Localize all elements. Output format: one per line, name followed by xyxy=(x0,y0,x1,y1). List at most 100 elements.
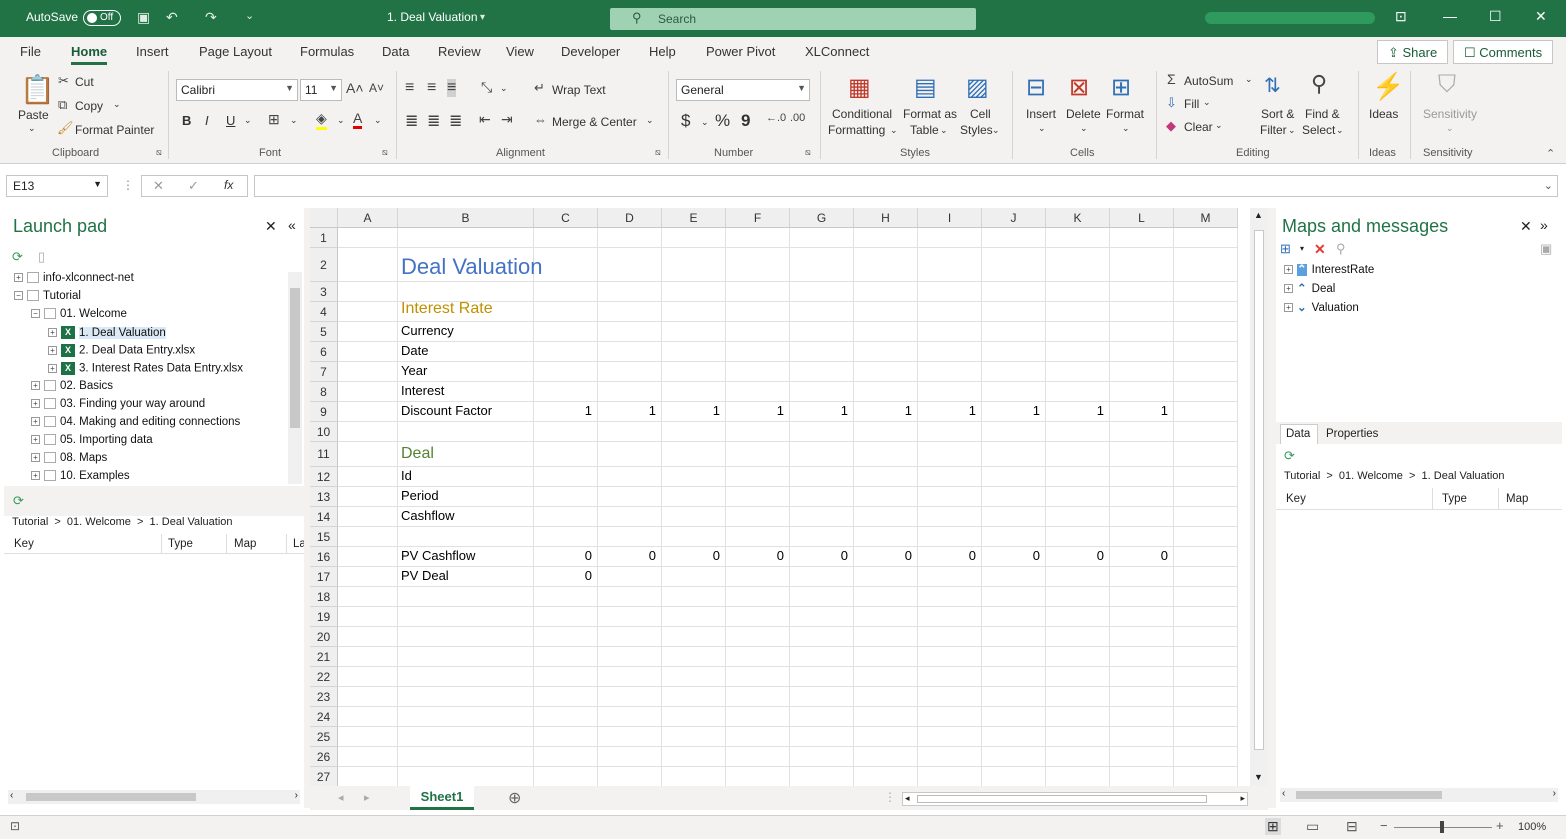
font-color-dropdown-icon[interactable]: ⌄ xyxy=(374,115,382,126)
row-header[interactable]: 17 xyxy=(310,567,338,587)
cell-value[interactable]: 0 xyxy=(662,548,720,563)
column-header[interactable]: C xyxy=(534,208,598,228)
find-select-line2[interactable]: Select xyxy=(1302,123,1335,137)
expand-icon[interactable]: + xyxy=(48,328,57,337)
ideas-icon[interactable]: ⚡ xyxy=(1372,71,1404,102)
currency-button[interactable]: $ xyxy=(681,111,690,131)
tab-power-pivot[interactable]: Power Pivot xyxy=(706,44,775,59)
sort-filter-dropdown-icon[interactable]: ⌄ xyxy=(1288,125,1296,136)
customize-toolbar-icon[interactable]: ⌄ xyxy=(245,9,254,22)
cell-value[interactable]: 0 xyxy=(790,548,848,563)
cell-value[interactable]: 1 xyxy=(790,403,848,418)
tree-item[interactable]: +10. Examples xyxy=(31,470,130,482)
tab-formulas[interactable]: Formulas xyxy=(300,44,354,59)
cell-value[interactable]: 1 xyxy=(1046,403,1104,418)
merge-center-button[interactable]: Merge & Center xyxy=(552,115,637,129)
normal-view-icon[interactable]: ⊞ xyxy=(1265,818,1281,835)
row-header[interactable]: 7 xyxy=(310,362,338,382)
cell-value[interactable]: Cashflow xyxy=(401,508,454,523)
expand-icon[interactable]: + xyxy=(1284,284,1293,294)
tree-item[interactable]: − 01. Welcome xyxy=(31,308,127,320)
row-header[interactable]: 11 xyxy=(310,442,338,467)
tree-item[interactable]: +05. Importing data xyxy=(31,434,153,446)
copy-icon[interactable]: ⧉ xyxy=(58,97,67,113)
conditional-formatting-line1[interactable]: Conditional xyxy=(832,107,892,121)
delete-cells-icon[interactable]: ⊠ xyxy=(1069,73,1089,102)
borders-icon[interactable]: ⊞ xyxy=(268,111,280,128)
vertical-scrollbar[interactable]: ▲ ▼ xyxy=(1250,208,1268,786)
percent-button[interactable]: % xyxy=(715,111,730,131)
row-header[interactable]: 12 xyxy=(310,467,338,487)
clipboard-launcher-icon[interactable]: ⧅ xyxy=(156,147,162,158)
autosum-button[interactable]: AutoSum xyxy=(1184,74,1233,88)
cell-value[interactable]: 1 xyxy=(662,403,720,418)
expand-icon[interactable]: + xyxy=(31,417,40,427)
align-bottom-icon[interactable]: ≡ xyxy=(447,79,457,97)
column-header[interactable]: H xyxy=(854,208,918,228)
tab-insert[interactable]: Insert xyxy=(136,44,169,59)
cell-value[interactable]: 1 xyxy=(1110,403,1168,418)
paste-dropdown-icon[interactable]: ⌄ xyxy=(28,123,36,134)
cell-value[interactable]: Interest xyxy=(401,383,444,398)
wrap-text-button[interactable]: Wrap Text xyxy=(552,83,606,97)
page-break-view-icon[interactable]: ⊟ xyxy=(1346,818,1358,835)
search-box[interactable]: ⚲ Search xyxy=(610,8,976,30)
align-right-icon[interactable]: ≣ xyxy=(449,111,462,131)
row-header[interactable]: 23 xyxy=(310,687,338,707)
cell-value[interactable]: Discount Factor xyxy=(401,403,492,418)
cell-value[interactable]: 0 xyxy=(598,548,656,563)
tab-xlconnect[interactable]: XLConnect xyxy=(805,44,869,59)
format-as-table-dropdown-icon[interactable]: ⌄ xyxy=(940,125,948,136)
maps-panel-close-icon[interactable]: ✕ xyxy=(1520,218,1532,235)
next-sheet-icon[interactable]: ▸ xyxy=(364,791,370,804)
cell-value[interactable]: 1 xyxy=(598,403,656,418)
cell-value[interactable]: 1 xyxy=(854,403,912,418)
clear-dropdown-icon[interactable]: ⌄ xyxy=(1215,120,1223,131)
tab-data-panel[interactable]: Data xyxy=(1280,424,1318,444)
cell-value[interactable]: 0 xyxy=(534,568,592,583)
increase-font-icon[interactable]: A˄ xyxy=(346,80,364,96)
format-painter-button[interactable]: Format Painter xyxy=(75,123,154,137)
zoom-in-icon[interactable]: + xyxy=(1496,818,1504,833)
tree-item[interactable]: − Tutorial xyxy=(14,290,81,302)
expand-icon[interactable]: + xyxy=(48,346,57,355)
close-icon[interactable]: ✕ xyxy=(1535,8,1547,25)
lp-horizontal-scrollbar[interactable]: ‹ › xyxy=(8,790,300,804)
fill-color-dropdown-icon[interactable]: ⌄ xyxy=(337,115,345,126)
refresh-details-icon[interactable]: ⟳ xyxy=(13,493,24,509)
expand-icon[interactable]: − xyxy=(31,309,40,319)
insert-cells-icon[interactable]: ⊟ xyxy=(1026,73,1046,102)
lp-col-key[interactable]: Key xyxy=(14,538,34,550)
tree-item[interactable]: +08. Maps xyxy=(31,452,107,464)
merge-dropdown-icon[interactable]: ⌄ xyxy=(646,115,654,126)
underline-button[interactable]: U xyxy=(226,113,235,128)
tab-view[interactable]: View xyxy=(506,44,534,59)
ideas-button[interactable]: Ideas xyxy=(1369,107,1398,121)
horizontal-scrollbar[interactable]: ◂ ▸ xyxy=(902,792,1248,806)
cancel-entry-icon[interactable]: ✕ xyxy=(153,178,164,194)
maps-panel-collapse-icon[interactable]: » xyxy=(1540,217,1548,233)
expand-icon[interactable]: + xyxy=(31,453,40,463)
tab-file[interactable]: File xyxy=(20,44,41,59)
expand-icon[interactable]: + xyxy=(31,435,40,445)
refresh-icon[interactable]: ⟳ xyxy=(12,249,23,265)
zoom-level[interactable]: 100% xyxy=(1518,821,1546,833)
expand-icon[interactable]: + xyxy=(31,399,40,409)
merge-icon[interactable]: ⇔ xyxy=(534,112,547,127)
row-header[interactable]: 6 xyxy=(310,342,338,362)
sort-filter-icon[interactable]: ⇅ xyxy=(1264,73,1281,98)
format-painter-icon[interactable]: 🖌 xyxy=(57,120,74,136)
row-header[interactable]: 22 xyxy=(310,667,338,687)
tab-page-layout[interactable]: Page Layout xyxy=(199,44,272,59)
undo-icon[interactable]: ↶ xyxy=(166,9,178,26)
tree-item[interactable]: + X 2. Deal Data Entry.xlsx xyxy=(48,344,195,357)
cell-value[interactable]: 0 xyxy=(982,548,1040,563)
row-header[interactable]: 4 xyxy=(310,302,338,322)
font-size-combo[interactable]: 11 ▼ xyxy=(300,79,342,101)
maps-col-type[interactable]: Type xyxy=(1442,493,1467,505)
lp-col-type[interactable]: Type xyxy=(168,538,193,550)
active-cell[interactable] xyxy=(662,487,726,507)
cell-value[interactable]: Currency xyxy=(401,323,454,338)
tree-scrollbar[interactable] xyxy=(288,272,302,484)
conditional-formatting-icon[interactable]: ▦ xyxy=(848,73,871,102)
